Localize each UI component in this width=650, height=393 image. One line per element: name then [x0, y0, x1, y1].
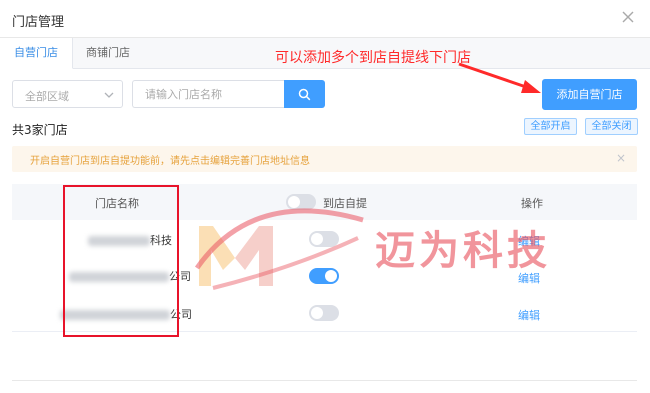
- watermark-text: 迈为科技: [375, 228, 551, 274]
- add-self-operated-store-button[interactable]: 添加自营门店: [542, 79, 637, 110]
- name-column-highlight: [63, 185, 179, 337]
- tab-self-operated-stores[interactable]: 自营门店: [0, 38, 73, 69]
- region-select[interactable]: 全部区域: [12, 80, 123, 108]
- store-count: 共3家门店: [12, 123, 68, 137]
- edit-link[interactable]: 编辑: [518, 307, 540, 323]
- alert-close-icon[interactable]: ×: [616, 151, 626, 165]
- disable-all-button[interactable]: 全部关闭: [585, 118, 638, 135]
- pickup-toggle[interactable]: [309, 305, 339, 321]
- info-alert: 开启自营门店到店自提功能前，请先点击编辑完善门店地址信息 ×: [12, 146, 637, 172]
- alert-text: 开启自营门店到店自提功能前，请先点击编辑完善门店地址信息: [30, 156, 310, 167]
- enable-all-button[interactable]: 全部开启: [524, 118, 577, 135]
- close-icon[interactable]: [619, 8, 637, 26]
- search-icon: [298, 88, 311, 101]
- column-header-actions: 操作: [521, 197, 543, 210]
- arrow-right-icon: [458, 62, 541, 93]
- region-select-placeholder: 全部区域: [25, 90, 69, 103]
- search-button[interactable]: [284, 80, 325, 108]
- modal-title: 门店管理: [12, 15, 65, 30]
- chevron-down-icon: [104, 92, 114, 98]
- annotation-text: 可以添加多个到店自提线下门店: [275, 50, 471, 66]
- tab-merchant-stores[interactable]: 商铺门店: [72, 38, 144, 68]
- store-name-search-input[interactable]: [132, 80, 284, 108]
- watermark-logo: [194, 208, 364, 290]
- footer-divider: [12, 380, 637, 381]
